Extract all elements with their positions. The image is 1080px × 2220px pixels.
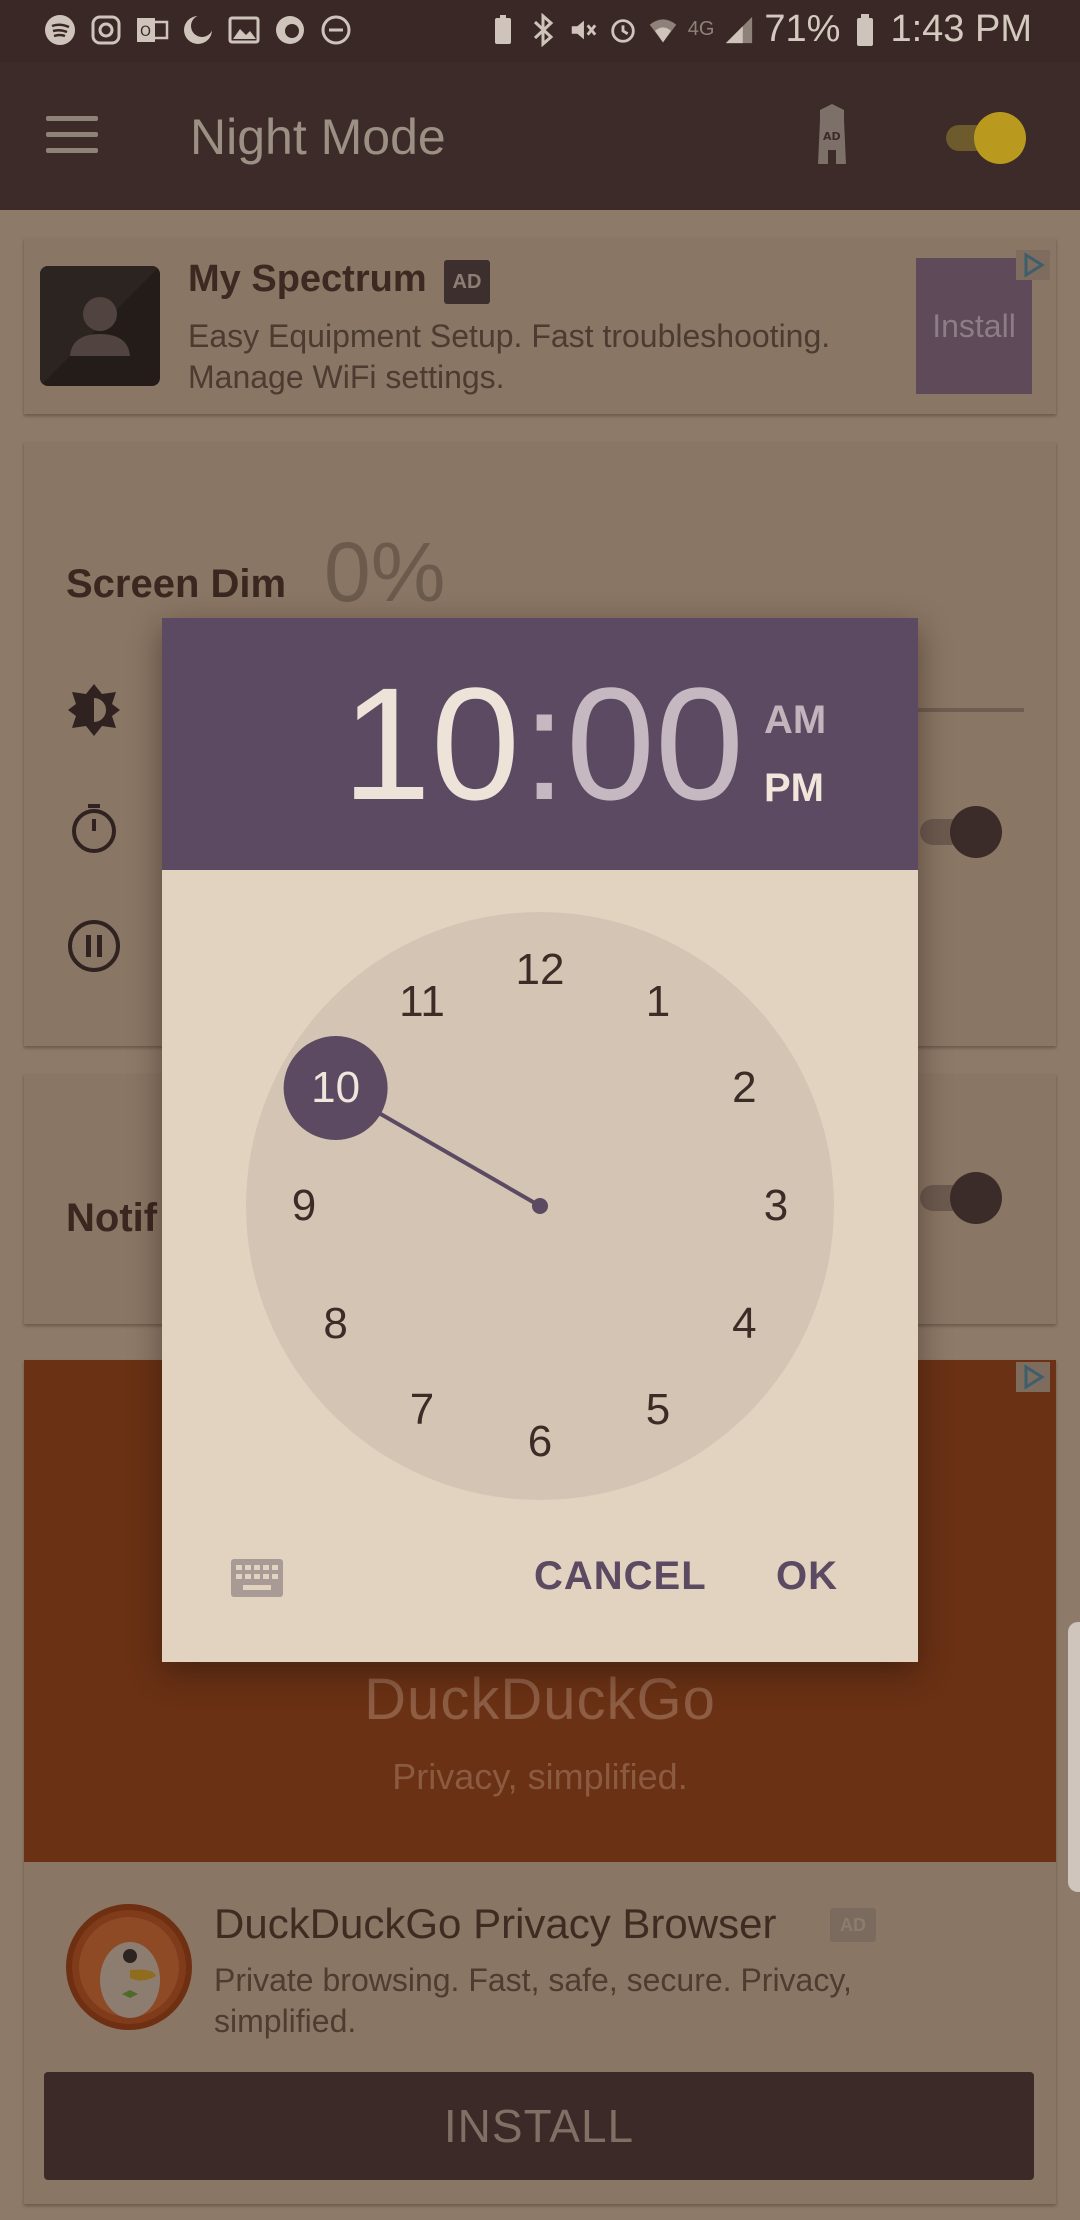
app-bar: Night Mode AD — [0, 62, 1080, 210]
instagram-icon — [88, 12, 124, 48]
clock-dial[interactable]: 12 1 2 3 4 5 6 7 8 9 10 11 — [246, 912, 834, 1500]
clock-number-8[interactable]: 8 — [306, 1294, 366, 1354]
hamburger-icon[interactable] — [46, 116, 98, 156]
clock-number-6[interactable]: 6 — [510, 1412, 570, 1472]
vibrate-mute-icon — [568, 13, 598, 47]
duckduckgo-logo-icon — [66, 1904, 192, 2030]
clock-number-10[interactable]: 10 — [306, 1058, 366, 1118]
clock-number-2[interactable]: 2 — [714, 1058, 774, 1118]
time-picker-dialog: 10 : 00 AM PM 12 1 2 3 4 5 6 7 8 9 10 11 CANCEL OK — [162, 618, 918, 1662]
timer-toggle[interactable] — [920, 804, 1004, 860]
pm-toggle[interactable]: PM — [764, 766, 824, 811]
ad-choices-icon[interactable] — [1016, 250, 1050, 280]
firefox-icon — [272, 12, 308, 48]
svg-text:O: O — [140, 24, 151, 40]
am-toggle[interactable]: AM — [764, 698, 826, 743]
page-title: Night Mode — [190, 109, 446, 165]
spotify-icon — [42, 12, 78, 48]
clock-number-12[interactable]: 12 — [510, 940, 570, 1000]
svg-text:AD: AD — [823, 130, 841, 143]
battery-icon — [850, 13, 880, 47]
status-bar: O 4G 71% 1:43 PM — [0, 0, 1080, 62]
ddg-banner-title: DuckDuckGo — [364, 1667, 716, 1732]
wifi-icon — [648, 13, 678, 47]
clock-number-5[interactable]: 5 — [628, 1380, 688, 1440]
clock-number-4[interactable]: 4 — [714, 1294, 774, 1354]
battery-saver-icon — [488, 13, 518, 47]
cancel-button[interactable]: CANCEL — [534, 1554, 707, 1599]
minutes-display[interactable]: 00 — [566, 664, 744, 824]
edge-panel-handle[interactable] — [1068, 1622, 1080, 1892]
system-status: 4G 71% 1:43 PM — [488, 8, 1032, 51]
screen-dim-value: 0% — [324, 525, 446, 619]
time-picker-header: 10 : 00 AM PM — [162, 618, 918, 870]
ad-install-button[interactable]: Install — [916, 258, 1032, 394]
hours-display[interactable]: 10 — [342, 664, 520, 824]
ok-button[interactable]: OK — [776, 1554, 838, 1599]
clock-number-7[interactable]: 7 — [392, 1380, 452, 1440]
ddg-ad-badge: AD — [830, 1908, 876, 1942]
spectrum-ad-card[interactable]: My Spectrum AD Easy Equipment Setup. Fas… — [24, 238, 1056, 414]
ad-badge: AD — [444, 260, 490, 304]
clock-number-3[interactable]: 3 — [746, 1176, 806, 1236]
notification-toggle[interactable] — [920, 1170, 1004, 1226]
clock-number-11[interactable]: 11 — [392, 972, 452, 1032]
ad-choices-icon[interactable] — [1016, 1362, 1050, 1392]
notification-label: Notif — [66, 1196, 158, 1240]
ddg-app-name: DuckDuckGo Privacy Browser — [214, 1900, 777, 1947]
spectrum-ad-image — [40, 266, 160, 386]
screen-dim-label: Screen Dim — [66, 562, 287, 606]
battery-percent: 71% — [764, 8, 841, 50]
signal-icon — [724, 13, 754, 47]
network-type: 4G — [687, 18, 715, 40]
ddg-banner-subtitle: Privacy, simplified. — [392, 1756, 688, 1797]
clock-number-1[interactable]: 1 — [628, 972, 688, 1032]
ddg-install-button[interactable]: INSTALL — [44, 2072, 1034, 2180]
do-not-disturb-icon — [318, 12, 354, 48]
status-time: 1:43 PM — [890, 8, 1032, 50]
timer-icon — [66, 800, 122, 856]
keyboard-icon[interactable] — [230, 1558, 284, 1598]
clock-number-9[interactable]: 9 — [274, 1176, 334, 1236]
ad-description: Easy Equipment Setup. Fast troubleshooti… — [188, 318, 831, 395]
ddg-description: Private browsing. Fast, safe, secure. Pr… — [214, 1962, 852, 2039]
ad-app-name: My Spectrum — [188, 258, 427, 300]
notification-icons: O — [42, 12, 354, 48]
pause-icon — [66, 918, 122, 974]
bluetooth-icon — [528, 12, 558, 47]
night-mode-toggle[interactable] — [946, 112, 1030, 164]
night-mode-icon — [180, 12, 216, 48]
alarm-icon — [608, 13, 638, 47]
gallery-icon — [226, 12, 262, 48]
dim-slider-track[interactable] — [914, 708, 1024, 712]
ad-tower-icon[interactable]: AD — [812, 104, 852, 168]
outlook-icon: O — [134, 12, 170, 48]
time-separator: : — [522, 654, 567, 833]
brightness-icon — [66, 682, 122, 738]
